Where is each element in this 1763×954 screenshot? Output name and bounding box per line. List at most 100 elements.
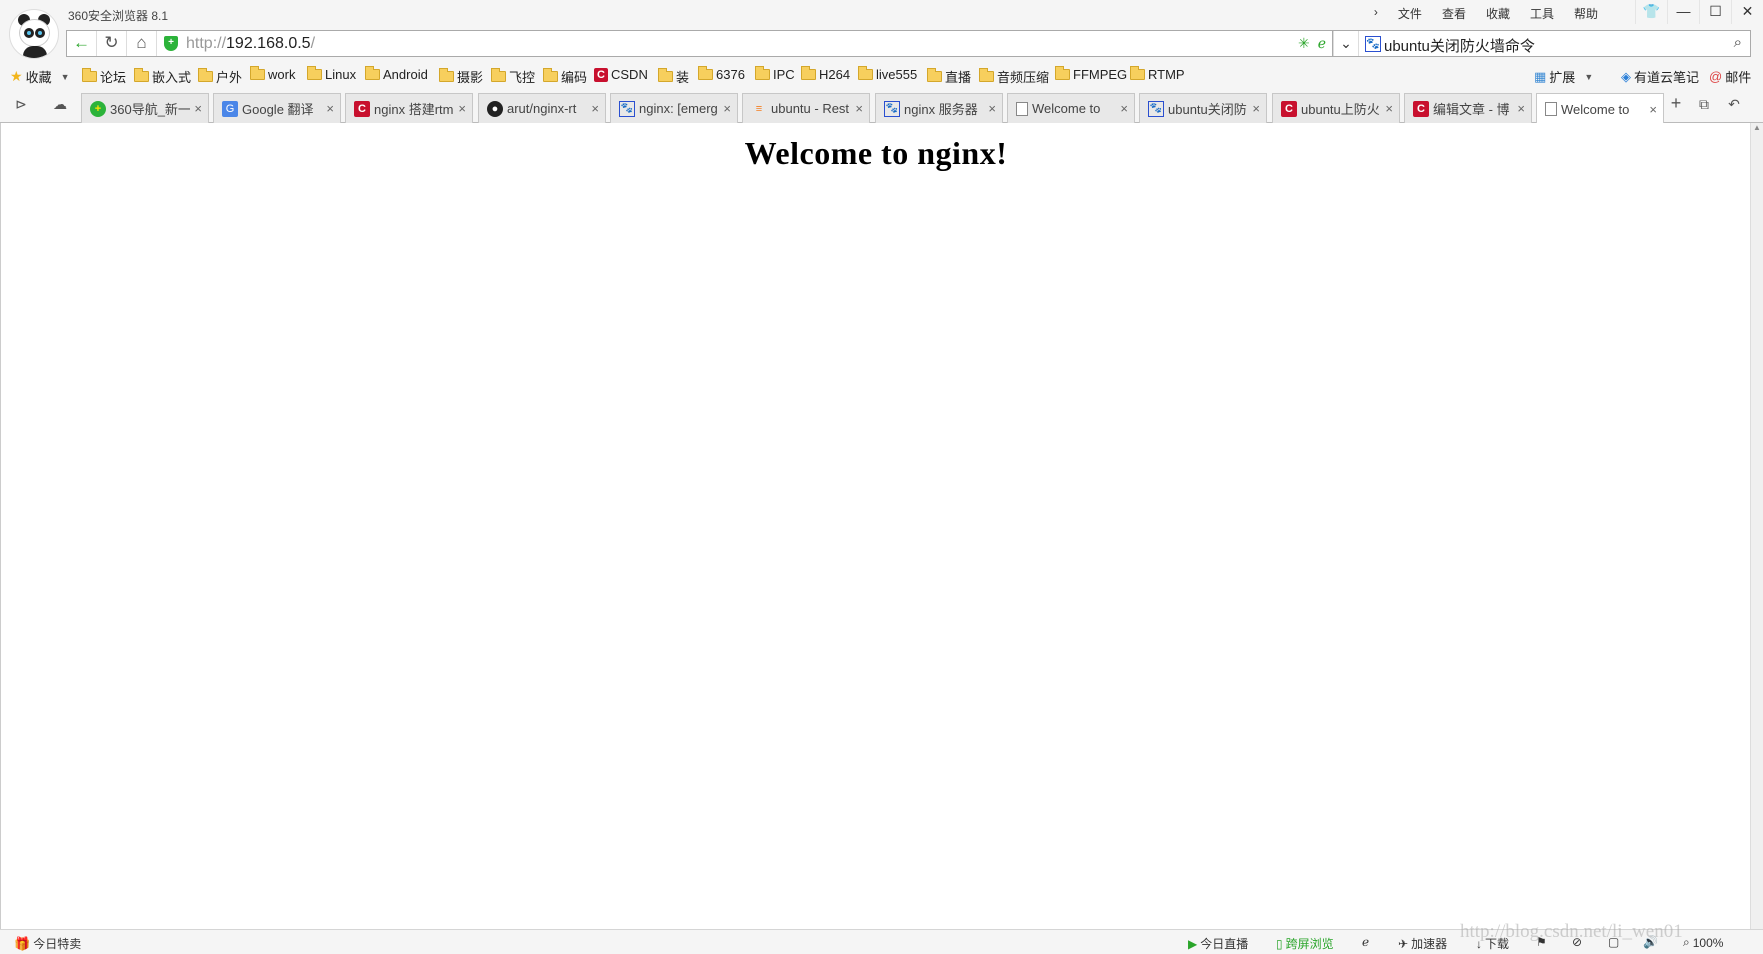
close-tab-icon[interactable]: × <box>851 101 863 116</box>
tab[interactable]: ● arut/nginx-rt × <box>478 93 606 123</box>
skin-button[interactable]: 👕 <box>1635 0 1667 24</box>
menu-help[interactable]: 帮助 <box>1564 5 1608 22</box>
close-tab-icon[interactable]: × <box>719 101 731 116</box>
close-tab-icon[interactable]: × <box>1645 102 1657 117</box>
daily-deals-button[interactable]: 🎁 今日特卖 <box>14 935 81 952</box>
app-title: 360安全浏览器 8.1 <box>68 9 169 23</box>
tab[interactable]: Cubuntu上防火 × <box>1272 93 1400 123</box>
bookmark-folder[interactable]: 论坛 <box>82 67 126 86</box>
tab[interactable]: G Google 翻译 × <box>213 93 341 123</box>
bookmark-folder[interactable]: IPC <box>755 66 795 82</box>
bookmark-folder[interactable]: FFMPEG <box>1055 66 1127 82</box>
bookmarks-bar: ★ 收藏 ▼ 论坛 嵌入式 户外 work Linux Android 摄影 飞控 … <box>0 62 1763 89</box>
url-text[interactable]: http://192.168.0.5/ <box>186 35 315 53</box>
scroll-up-icon[interactable]: ▲ <box>1751 123 1763 132</box>
speed-mode-icon[interactable]: ✳ <box>1298 35 1310 52</box>
close-tab-icon[interactable]: × <box>454 101 466 116</box>
bookmark-folder[interactable]: Linux <box>307 66 356 82</box>
window-controls: 👕 — ☐ ✕ <box>1635 0 1763 24</box>
bookmark-folder[interactable]: Android <box>365 66 428 82</box>
cloud-icon[interactable]: ☁ <box>48 96 72 116</box>
close-tab-icon[interactable]: × <box>322 101 334 116</box>
tab[interactable]: 🐾 nginx: [emerg × <box>610 93 738 123</box>
gift-icon: 🎁 <box>14 935 31 951</box>
tab[interactable]: Cnginx 搭建rtm × <box>345 93 473 123</box>
title-bar: 360安全浏览器 8.1 › 文件 查看 收藏 工具 帮助 👕 — ☐ ✕ <box>0 0 1763 28</box>
folder-icon <box>698 66 713 80</box>
extensions-button[interactable]: ▦ 扩展 ▼ <box>1534 67 1593 86</box>
tab-active[interactable]: Welcome to × <box>1536 93 1664 124</box>
accelerator-button[interactable]: ✈ 加速器 <box>1398 935 1447 952</box>
chevron-down-icon[interactable]: ▼ <box>1584 72 1593 82</box>
bookmark-folder[interactable]: 飞控 <box>491 67 535 86</box>
bookmark-favorites[interactable]: ★ 收藏 ▼ <box>10 67 70 86</box>
ie-icon[interactable]: ℯ <box>1362 935 1369 949</box>
chevron-down-icon[interactable]: ▼ <box>61 72 70 82</box>
github-icon: ● <box>487 100 503 117</box>
folder-icon <box>198 68 213 82</box>
folder-icon <box>858 66 873 80</box>
address-row: ← ↻ ⌂ + http://192.168.0.5/ ✳ ℯ ⌄ 🐾 ubun… <box>0 28 1763 62</box>
close-tab-icon[interactable]: × <box>984 101 996 116</box>
bookmark-folder[interactable]: 编码 <box>543 67 587 86</box>
browser-logo-icon[interactable] <box>9 9 59 59</box>
close-tab-icon[interactable]: × <box>190 101 202 116</box>
search-input[interactable]: ubuntu关闭防火墙命令 <box>1384 35 1535 56</box>
minimize-button[interactable]: — <box>1667 0 1699 24</box>
bookmark-folder[interactable]: 直播 <box>927 67 971 86</box>
bookmark-folder[interactable]: 户外 <box>198 67 242 86</box>
mail-button[interactable]: @ 邮件 <box>1709 67 1751 86</box>
tab[interactable]: 🐾 ubuntu关闭防 × <box>1139 93 1267 123</box>
search-box[interactable]: ⌄ 🐾 ubuntu关闭防火墙命令 ⌕ <box>1333 30 1751 57</box>
bookmark-folder[interactable]: RTMP <box>1130 66 1185 82</box>
youdao-note-button[interactable]: ◈ 有道云笔记 <box>1621 67 1699 86</box>
new-tab-icon[interactable]: + <box>1664 93 1688 113</box>
ie-mode-icon[interactable]: ℯ <box>1318 35 1326 52</box>
bookmark-folder[interactable]: H264 <box>801 66 850 82</box>
search-engine-dropdown-icon[interactable]: ⌄ <box>1333 31 1359 56</box>
menu-file[interactable]: 文件 <box>1388 5 1432 22</box>
search-icon[interactable]: ⌕ <box>1734 34 1742 51</box>
close-tab-icon[interactable]: × <box>587 101 599 116</box>
tab[interactable]: Welcome to × <box>1007 93 1135 123</box>
bookmark-folder[interactable]: live555 <box>858 66 917 82</box>
bookmark-csdn[interactable]: C CSDN <box>594 67 648 82</box>
tab[interactable]: 🐾 nginx 服务器 × <box>875 93 1003 123</box>
close-button[interactable]: ✕ <box>1731 0 1763 24</box>
tab-list-icon[interactable]: ⧉ <box>1692 96 1716 116</box>
tab[interactable]: +360导航_新一 × <box>81 93 209 123</box>
zoom-control[interactable]: ⌕ 100% <box>1683 935 1723 950</box>
folder-icon <box>1130 66 1145 80</box>
tab[interactable]: ≡ ubuntu - Rest × <box>742 93 870 123</box>
bookmark-folder[interactable]: work <box>250 66 295 82</box>
menu-favorites[interactable]: 收藏 <box>1476 5 1520 22</box>
home-icon[interactable]: ⌂ <box>127 31 157 56</box>
bookmark-folder[interactable]: 摄影 <box>439 67 483 86</box>
reload-icon[interactable]: ↻ <box>97 31 127 56</box>
close-tab-icon[interactable]: × <box>1248 101 1260 116</box>
bookmark-folder[interactable]: 音频压缩 <box>979 67 1049 86</box>
bookmark-folder[interactable]: 6376 <box>698 66 745 82</box>
undo-close-icon[interactable]: ↶ <box>1722 96 1746 116</box>
bookmark-folder[interactable]: 装 <box>658 67 689 86</box>
folder-icon <box>365 66 380 80</box>
address-bar[interactable]: ← ↻ ⌂ + http://192.168.0.5/ ✳ ℯ <box>66 30 1333 57</box>
cross-screen-button[interactable]: ▯ 跨屏浏览 <box>1276 935 1334 952</box>
menu-arrow-icon[interactable]: › <box>1364 5 1388 22</box>
bookmark-folder[interactable]: 嵌入式 <box>134 67 191 86</box>
close-tab-icon[interactable]: × <box>1381 101 1393 116</box>
sidebar-toggle-icon[interactable]: ⊳ <box>9 96 33 116</box>
vertical-scrollbar[interactable]: ▲ <box>1750 123 1763 929</box>
security-shield-icon[interactable]: + <box>164 36 178 51</box>
tab[interactable]: C 编辑文章 - 博 × <box>1404 93 1532 123</box>
live-button[interactable]: ▶ 今日直播 <box>1188 935 1248 952</box>
menu-view[interactable]: 查看 <box>1432 5 1476 22</box>
menu-tools[interactable]: 工具 <box>1520 5 1564 22</box>
close-tab-icon[interactable]: × <box>1116 101 1128 116</box>
folder-icon <box>755 66 770 80</box>
folder-icon <box>543 68 558 82</box>
back-arrow-icon[interactable]: ← <box>67 31 97 56</box>
youdao-note-icon: ◈ <box>1621 68 1631 84</box>
maximize-button[interactable]: ☐ <box>1699 0 1731 24</box>
close-tab-icon[interactable]: × <box>1513 101 1525 116</box>
